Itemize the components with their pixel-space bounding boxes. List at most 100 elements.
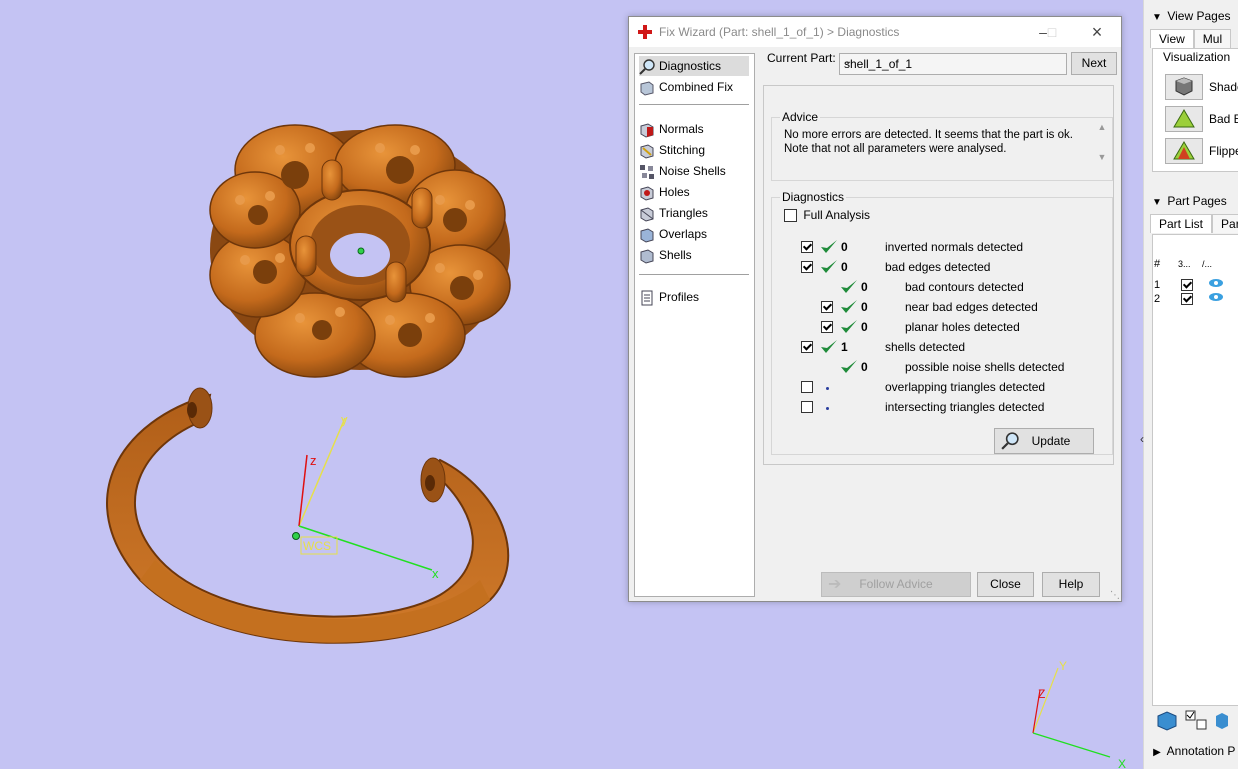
orientation-axes: Y Z X (1032, 659, 1126, 769)
nav-item-diagnostics[interactable]: Diagnostics (639, 56, 749, 76)
parts-cube-icon[interactable] (1154, 711, 1180, 735)
annotation-pages-label: Annotation P (1166, 744, 1236, 758)
nav-item-noise-shells[interactable]: Noise Shells (639, 161, 749, 181)
diagnostic-checkbox[interactable] (801, 341, 813, 353)
nav-item-triangles[interactable]: Triangles (639, 203, 749, 223)
diagnostic-checkbox[interactable] (801, 241, 813, 253)
nav-divider (639, 274, 749, 275)
diagnostics-title: Diagnostics (780, 190, 847, 204)
tab-view[interactable]: View (1150, 29, 1194, 48)
invert-selection-icon[interactable] (1213, 713, 1229, 735)
part-number: 2 (1154, 293, 1161, 305)
part-pages-label: Part Pages (1167, 194, 1227, 208)
nav-label: Combined Fix (659, 80, 734, 94)
diagnostic-checkbox[interactable] (821, 301, 833, 313)
maximize-button[interactable]: □ (1042, 22, 1062, 42)
wcs-axes: WCS y z x (292, 412, 439, 581)
nav-label: Diagnostics (659, 59, 722, 73)
holes-icon (640, 186, 654, 201)
collapse-triangle-icon: ▼ (1152, 12, 1162, 23)
eye-icon[interactable] (1208, 278, 1224, 291)
advice-title: Advice (780, 110, 821, 124)
triangles-icon (640, 207, 654, 222)
next-button[interactable]: Next (1071, 52, 1117, 75)
col-header-misc: /... (1202, 259, 1213, 269)
wizard-nav: Diagnostics Combined Fix Normals Stitchi… (634, 53, 755, 597)
splitter-grip-icon[interactable]: ‹ (1140, 432, 1144, 446)
visualization-panel: Visualization Shade Bad Ec Flipped (1152, 48, 1238, 172)
diagnostics-group: Diagnostics Full Analysis 0 inverted norm… (771, 190, 1113, 455)
diagnostic-checkbox[interactable] (801, 401, 813, 413)
mini-axis-z-label: Z (1038, 687, 1045, 701)
part-checkbox[interactable] (1181, 293, 1194, 306)
collapse-triangle-icon: ▼ (1152, 197, 1162, 208)
diagnostic-checkbox[interactable] (801, 261, 813, 273)
advice-scrollbar[interactable]: ▲ ▼ (1096, 122, 1108, 170)
close-button[interactable]: Close (977, 572, 1034, 597)
follow-advice-button[interactable]: ➔ Follow Advice (821, 572, 971, 597)
diagnostic-count: 0 (861, 320, 868, 334)
nav-item-stitching[interactable]: Stitching (639, 140, 749, 160)
diagnostic-checkbox[interactable] (801, 381, 813, 393)
tab-part-other[interactable]: Par (1212, 214, 1238, 233)
tab-multi[interactable]: Mul (1193, 29, 1232, 48)
bad-edges-icon[interactable] (1165, 106, 1203, 132)
visualization-label: Visualization (1163, 50, 1231, 64)
table-row[interactable]: 1 (1154, 278, 1224, 292)
diagnostic-count: 1 (841, 340, 848, 354)
annotation-pages-header[interactable]: ▶ Annotation P (1150, 741, 1235, 761)
vis-label-bad-edges: Bad Ec (1209, 112, 1238, 126)
update-button[interactable]: Update (994, 428, 1094, 454)
nav-item-overlaps[interactable]: Overlaps (639, 224, 749, 244)
table-row[interactable]: 2 (1154, 292, 1224, 306)
vis-row-bad-edges[interactable]: Bad Ec (1165, 106, 1238, 132)
vis-row-flipped[interactable]: Flipped (1165, 138, 1238, 164)
eye-icon[interactable] (1208, 292, 1224, 305)
pending-dot-icon (820, 399, 829, 417)
diagnostic-checkbox[interactable] (821, 321, 833, 333)
vis-label-flipped: Flipped (1209, 144, 1238, 158)
check-uncheck-icon[interactable] (1183, 710, 1209, 735)
vis-label-shade: Shade (1209, 80, 1238, 94)
nav-item-profiles[interactable]: Profiles (639, 287, 749, 307)
part-checkbox[interactable] (1181, 279, 1194, 292)
nav-label: Overlaps (659, 227, 708, 241)
dialog-title: Fix Wizard (Part: shell_1_of_1) > Diagno… (659, 25, 900, 39)
nav-label: Noise Shells (659, 164, 726, 178)
green-check-icon (840, 359, 858, 380)
shells-icon (640, 249, 654, 264)
diagnostic-count: 0 (861, 280, 868, 294)
advice-group: Advice No more errors are detected. It s… (771, 110, 1113, 181)
nav-item-normals[interactable]: Normals (639, 119, 749, 139)
part-pages-header[interactable]: ▼ Part Pages (1150, 191, 1227, 211)
green-check-icon (840, 299, 858, 320)
diagnostic-count: 0 (861, 360, 868, 374)
full-analysis-checkbox[interactable] (784, 209, 797, 223)
overlaps-icon (640, 228, 654, 243)
full-analysis-option[interactable]: Full Analysis (784, 208, 870, 223)
nav-label: Stitching (659, 143, 706, 157)
shade-icon[interactable] (1165, 74, 1203, 100)
vis-row-shade[interactable]: Shade (1165, 74, 1238, 100)
tab-part-list[interactable]: Part List (1150, 214, 1213, 233)
current-part-select[interactable]: shell_1_of_1 ⌄ (839, 53, 1067, 75)
diagnostic-label: shells detected (885, 340, 966, 354)
green-check-icon (820, 339, 838, 360)
nav-item-holes[interactable]: Holes (639, 182, 749, 202)
advice-text-line1: No more errors are detected. It seems th… (784, 129, 1073, 141)
flipped-triangles-icon[interactable] (1165, 138, 1203, 164)
help-button[interactable]: Help (1042, 572, 1100, 597)
green-check-icon (840, 319, 858, 340)
mini-axis-y-label: Y (1059, 659, 1067, 673)
close-window-button[interactable]: × (1087, 22, 1107, 42)
green-check-icon (820, 239, 838, 260)
nav-item-combined-fix[interactable]: Combined Fix (639, 77, 749, 97)
expand-triangle-icon: ▶ (1153, 747, 1161, 758)
diagnostic-label: bad edges detected (885, 260, 991, 274)
col-header-visible: 3... (1178, 259, 1191, 269)
resize-grip-icon[interactable]: ⋱ (1110, 590, 1120, 601)
dialog-titlebar[interactable]: Fix Wizard (Part: shell_1_of_1) > Diagno… (629, 17, 1121, 47)
view-pages-header[interactable]: ▼ View Pages (1150, 6, 1230, 26)
axis-x-label: x (432, 566, 439, 581)
nav-item-shells[interactable]: Shells (639, 245, 749, 265)
